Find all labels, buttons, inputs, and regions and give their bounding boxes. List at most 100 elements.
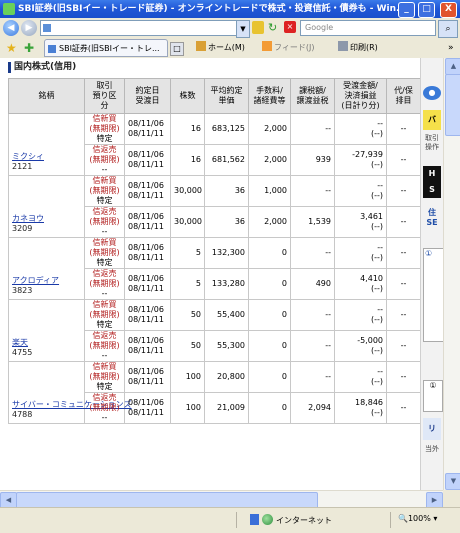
browser-tab[interactable]: SBI証券(旧SBIイー・トレ...: [44, 39, 168, 57]
table-cell: 55,300: [204, 330, 249, 362]
day-trade-pl: (--): [370, 315, 383, 324]
new-tab-button[interactable]: □: [170, 42, 184, 56]
info-circle-icon[interactable]: ●: [423, 86, 441, 100]
table-cell: --: [386, 144, 421, 176]
trade-period: (無期限): [89, 155, 120, 164]
header-date: 約定日 受渡日: [124, 78, 171, 114]
day-trade-pl: (--): [370, 284, 383, 293]
tab-page-icon: [48, 45, 56, 53]
zone-label: インターネット: [276, 516, 332, 525]
table-cell: 30,000: [170, 175, 205, 207]
horizontal-scrollbar[interactable]: ◀ ▶: [0, 490, 443, 509]
vertical-scroll-thumb[interactable]: [445, 74, 460, 136]
stock-name-cell: ミクシィ 2121: [8, 113, 85, 176]
settle-date: 08/11/11: [128, 160, 164, 169]
shield-icon: [250, 514, 259, 525]
sidebar-banner-yellow[interactable]: バ: [423, 110, 441, 130]
stock-link[interactable]: サイバー・コミュニケーションズ: [12, 400, 132, 410]
lock-icon[interactable]: [252, 21, 264, 34]
settlement-amount: --: [377, 305, 383, 314]
table-cell: 信新買 (無期限) 特定: [84, 175, 125, 207]
trade-date: 08/11/06: [128, 367, 164, 376]
stock-link[interactable]: ミクシィ: [12, 152, 81, 162]
sidebar-info-box-2: ①: [423, 380, 443, 412]
address-input[interactable]: [40, 20, 250, 36]
trade-period: (無期限): [89, 341, 120, 350]
trade-type: 信返売: [92, 331, 117, 340]
search-button[interactable]: ⌕: [438, 20, 458, 38]
chevron-right-icon[interactable]: »: [448, 38, 454, 58]
window-titlebar[interactable]: SBI証券(旧SBIイー・トレード証券) - オンライントレードで株式・投資信託…: [0, 0, 460, 18]
home-button[interactable]: ホーム(M): [196, 38, 245, 58]
agent-flag: --: [400, 248, 407, 257]
quantity: 30,000: [174, 186, 202, 195]
table-cell: 0: [248, 268, 291, 300]
trade-date: 08/11/06: [128, 336, 164, 345]
sidebar-banner-dark[interactable]: H S: [423, 166, 441, 198]
table-cell: -- (--): [334, 361, 387, 393]
address-dropdown-button[interactable]: ▼: [236, 20, 250, 38]
security-zone[interactable]: インターネット: [250, 514, 332, 526]
search-input[interactable]: Google: [300, 20, 436, 36]
maximize-button[interactable]: □: [418, 2, 435, 18]
sidebar-info-box: ①: [423, 248, 444, 342]
account-type: --: [101, 227, 108, 236]
vertical-scrollbar[interactable]: ▲ ▼: [443, 58, 460, 490]
scroll-down-arrow[interactable]: ▼: [445, 473, 460, 490]
refresh-icon[interactable]: ↻: [268, 21, 281, 34]
account-type: --: [101, 165, 108, 174]
feed-icon: [262, 41, 272, 51]
back-button[interactable]: ◀: [3, 20, 19, 36]
sidebar-text-3: 当外: [425, 445, 439, 453]
header-agent-text: 代/保 排目: [394, 86, 413, 105]
stock-name-cell: 楽天 4755: [8, 299, 85, 362]
stock-link[interactable]: アクロディア: [12, 276, 81, 286]
table-cell: --: [290, 175, 335, 207]
table-cell: -27,939 (--): [334, 144, 387, 176]
quantity: 100: [185, 403, 201, 412]
tax: 1,539: [308, 217, 331, 226]
feed-label: フィード(J): [274, 43, 315, 52]
stock-link[interactable]: カネヨウ: [12, 214, 81, 224]
browser-app-icon: [3, 3, 15, 15]
trade-date: 08/11/06: [128, 150, 164, 159]
table-cell: 08/11/06 08/11/11: [124, 392, 171, 424]
fee: 0: [281, 279, 287, 288]
settle-date: 08/11/11: [128, 315, 164, 324]
close-button[interactable]: X: [440, 2, 457, 18]
tax: 939: [315, 155, 331, 164]
fee: 0: [281, 341, 287, 350]
add-favorite-icon[interactable]: ✚: [24, 41, 34, 55]
account-type: --: [101, 351, 108, 360]
header-price: 平均約定 単価: [204, 78, 249, 114]
minimize-button[interactable]: _: [398, 2, 415, 18]
stop-icon[interactable]: ×: [284, 21, 296, 33]
avg-price: 36: [234, 186, 245, 195]
trade-date: 08/11/06: [128, 305, 164, 314]
favorites-star-icon[interactable]: ★: [6, 41, 17, 55]
account-type: 特定: [96, 258, 113, 267]
table-cell: 信返売 (無期限) --: [84, 268, 125, 300]
tax: 490: [315, 279, 331, 288]
trade-type: 信返売: [92, 207, 117, 216]
print-button[interactable]: 印刷(R): [338, 38, 378, 58]
table-cell: --: [386, 299, 421, 331]
zoom-level[interactable]: 🔍100% ▾: [398, 514, 437, 523]
quantity: 5: [195, 279, 201, 288]
day-trade-pl: (--): [370, 222, 383, 231]
table-header-row: 銘柄 取引 預り区 分 約定日 受渡日 株数 平均約定 単価 手数料/ 諸経費等…: [8, 78, 421, 114]
quantity: 5: [195, 248, 201, 257]
stock-link[interactable]: 楽天: [12, 338, 81, 348]
window-title: SBI証券(旧SBIイー・トレード証券) - オンライントレードで株式・投資信託…: [18, 4, 398, 14]
forward-button[interactable]: ▶: [21, 20, 37, 36]
table-cell: 信返売 (無期限) --: [84, 392, 125, 424]
status-bar: インターネット 🔍100% ▾: [0, 507, 460, 533]
avg-price: 55,300: [217, 341, 245, 350]
sidebar-text: 取引 操作: [423, 134, 441, 152]
table-row: カネヨウ 3209 信新買 (無期限) 特定 08/11/06 08/11/11 30,000…: [8, 175, 421, 238]
scroll-up-arrow[interactable]: ▲: [445, 58, 460, 75]
table-cell: 683,125: [204, 113, 249, 145]
sidebar-link[interactable]: 住 SE: [423, 208, 441, 228]
feed-button[interactable]: フィード(J): [262, 38, 314, 58]
sidebar-banner-blue[interactable]: リ: [423, 418, 441, 440]
